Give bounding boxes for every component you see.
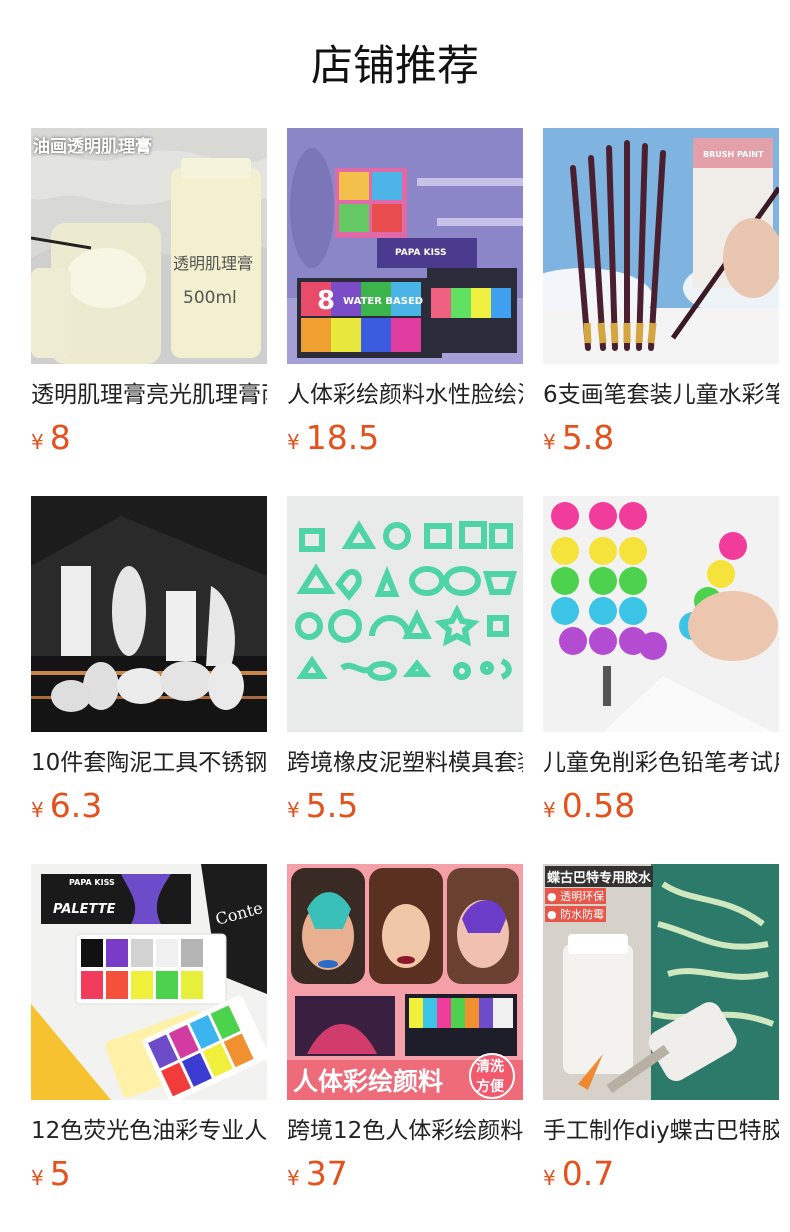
price-amount: 5.5: [305, 786, 359, 825]
product-price-6: ¥0.58: [543, 786, 779, 826]
image-banner-text: 油画透明肌理膏: [33, 137, 152, 157]
currency-symbol: ¥: [31, 430, 44, 454]
product-price-7: ¥5: [31, 1154, 267, 1194]
product-name-6[interactable]: 儿童免削彩色铅笔考试用: [543, 746, 779, 780]
product-image-1[interactable]: 油画透明肌理膏 透明肌理膏 500ml: [31, 128, 267, 364]
image-heading-text: 蝶古巴特专用胶水: [545, 866, 654, 887]
image-number-text: 8: [317, 286, 336, 316]
price-amount: 37: [305, 1154, 348, 1193]
product-card-9[interactable]: 蝶古巴特专用胶水 ● 透明环保 ● 防水防霉 手工制作diy蝶古巴特胶水 ¥0.…: [543, 864, 779, 1232]
currency-symbol: ¥: [543, 798, 556, 822]
product-name-1[interactable]: 透明肌理膏亮光肌理膏丙烯: [31, 378, 267, 412]
product-name-8[interactable]: 跨境12色人体彩绘颜料套装: [287, 1114, 523, 1148]
product-card-4[interactable]: 10件套陶泥工具不锈钢刮片 ¥6.3: [31, 496, 267, 864]
product-image-2[interactable]: PAPA KISS WATER BASED 8: [287, 128, 523, 364]
product-name-5[interactable]: 跨境橡皮泥塑料模具套装: [287, 746, 523, 780]
image-banner-text: 人体彩绘颜料: [293, 1067, 444, 1096]
image-bullet-2: ● 防水防霉: [545, 906, 607, 922]
image-pack-text: BRUSH PAINT: [703, 150, 764, 159]
product-card-2[interactable]: PAPA KISS WATER BASED 8 人体彩绘颜料水性脸绘油彩 ¥18…: [287, 128, 523, 496]
product-image-4[interactable]: [31, 496, 267, 732]
image-brand-text: PAPA KISS: [395, 248, 447, 258]
product-grid: 油画透明肌理膏 透明肌理膏 500ml 透明肌理膏亮光肌理膏丙烯 ¥8: [31, 128, 779, 1232]
currency-symbol: ¥: [543, 430, 556, 454]
image-palette-text: PALETTE: [53, 902, 116, 917]
price-amount: 0.7: [561, 1154, 615, 1193]
product-price-8: ¥37: [287, 1154, 523, 1194]
product-price-2: ¥18.5: [287, 418, 523, 458]
price-amount: 18.5: [305, 418, 380, 457]
price-amount: 5.8: [561, 418, 615, 457]
product-image-8[interactable]: 人体彩绘颜料 清洗 方便: [287, 864, 523, 1100]
product-name-7[interactable]: 12色荧光色油彩专业人体: [31, 1114, 267, 1148]
image-box-text: WATER BASED: [343, 296, 424, 307]
image-bullet-1: ● 透明环保: [545, 888, 607, 904]
product-card-6[interactable]: 儿童免削彩色铅笔考试用 ¥0.58: [543, 496, 779, 864]
product-name-2[interactable]: 人体彩绘颜料水性脸绘油彩: [287, 378, 523, 412]
currency-symbol: ¥: [287, 430, 300, 454]
product-price-3: ¥5.8: [543, 418, 779, 458]
product-card-1[interactable]: 油画透明肌理膏 透明肌理膏 500ml 透明肌理膏亮光肌理膏丙烯 ¥8: [31, 128, 267, 496]
currency-symbol: ¥: [31, 798, 44, 822]
product-card-5[interactable]: 跨境橡皮泥塑料模具套装 ¥5.5: [287, 496, 523, 864]
image-badge-line1: 清洗: [476, 1059, 504, 1075]
product-price-9: ¥0.7: [543, 1154, 779, 1194]
product-image-6[interactable]: [543, 496, 779, 732]
product-image-9[interactable]: 蝶古巴特专用胶水 ● 透明环保 ● 防水防霉: [543, 864, 779, 1100]
currency-symbol: ¥: [543, 1166, 556, 1190]
currency-symbol: ¥: [287, 1166, 300, 1190]
recommendation-page: 店铺推荐 油画透明肌理膏 透明肌理膏 500ml 透明肌理膏亮光肌理膏 ¥ 8 …: [0, 0, 790, 1232]
image-brand-text: PAPA KISS: [69, 878, 115, 887]
price-amount: 5: [49, 1154, 71, 1193]
currency-symbol: ¥: [287, 798, 300, 822]
product-image-7[interactable]: PAPA KISS PALETTE Conte: [31, 864, 267, 1100]
price-amount: 0.58: [561, 786, 636, 825]
image-label-line1: 透明肌理膏: [173, 254, 254, 273]
page-title: 店铺推荐: [310, 41, 479, 90]
product-price-5: ¥5.5: [287, 786, 523, 826]
product-card-7[interactable]: PAPA KISS PALETTE Conte 12色荧光色油彩专业人体 ¥5: [31, 864, 267, 1232]
image-badge-line2: 方便: [476, 1079, 504, 1095]
product-name-9[interactable]: 手工制作diy蝶古巴特胶水: [543, 1114, 779, 1148]
product-card-8[interactable]: 人体彩绘颜料 清洗 方便 跨境12色人体彩绘颜料套装 ¥37: [287, 864, 523, 1232]
product-name-4[interactable]: 10件套陶泥工具不锈钢刮片: [31, 746, 267, 780]
product-card-3[interactable]: BRUSH PAINT 6支画笔套装儿童水彩笔刷 ¥5.8: [543, 128, 779, 496]
product-price-4: ¥6.3: [31, 786, 267, 826]
image-label-line2: 500ml: [183, 288, 237, 308]
product-price-1: ¥8: [31, 418, 267, 458]
product-image-5[interactable]: [287, 496, 523, 732]
price-amount: 6.3: [49, 786, 103, 825]
currency-symbol: ¥: [31, 1166, 44, 1190]
product-image-3[interactable]: BRUSH PAINT: [543, 128, 779, 364]
product-name-3[interactable]: 6支画笔套装儿童水彩笔刷: [543, 378, 779, 412]
price-amount: 8: [49, 418, 71, 457]
